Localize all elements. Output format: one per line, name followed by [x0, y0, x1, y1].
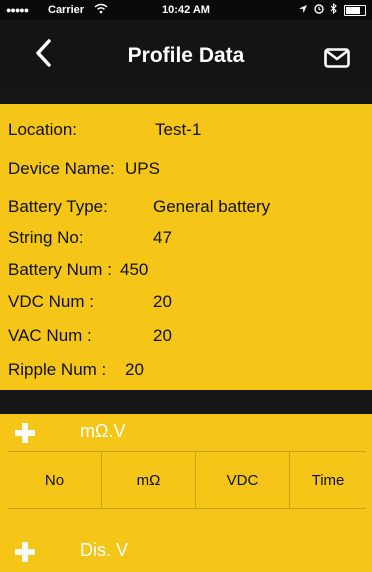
- profile-label: Device Name:: [8, 159, 115, 178]
- profile-value: General battery: [153, 197, 271, 216]
- mail-button[interactable]: [324, 48, 350, 73]
- profile-label: Battery Num :: [8, 260, 112, 279]
- profile-label: Location:: [8, 120, 77, 139]
- profile-value: 450: [120, 260, 149, 279]
- profile-value: 20: [153, 326, 172, 345]
- profile-value: Test-1: [155, 120, 202, 139]
- column-header-no: No: [8, 452, 102, 508]
- mohm-section-header: mΩ.V: [0, 414, 372, 448]
- measurement-table-header: No mΩ VDC Time: [8, 451, 366, 509]
- location-arrow-icon: [298, 4, 308, 17]
- header-divider: [0, 88, 372, 104]
- plus-icon: [15, 423, 35, 443]
- alarm-icon: [314, 3, 324, 17]
- mail-icon: [324, 48, 350, 68]
- profile-label: Battery Type:: [8, 197, 108, 216]
- page-title: Profile Data: [127, 44, 245, 67]
- profile-label: VDC Num :: [8, 292, 94, 311]
- add-dis-button[interactable]: [14, 535, 36, 570]
- profile-value: 20: [153, 292, 172, 311]
- profile-value: UPS: [125, 159, 160, 178]
- profile-info-panel: Location: Test-1 Device Name: UPS Batter…: [0, 104, 372, 390]
- battery-icon: [344, 4, 366, 16]
- status-bar: ●●●●● Carrier 10:42 AM: [0, 0, 372, 20]
- section-label: mΩ.V: [80, 421, 126, 441]
- profile-label: VAC Num :: [8, 326, 92, 345]
- section-label: Dis. V: [80, 540, 129, 560]
- bluetooth-icon: [330, 2, 338, 17]
- column-header-time: Time: [311, 471, 345, 489]
- dis-section-header: Dis. V: [0, 533, 372, 567]
- profile-value: 47: [153, 228, 172, 247]
- nav-bar: Profile Data: [0, 20, 372, 88]
- add-mohm-button[interactable]: [14, 416, 36, 451]
- section-divider: [0, 390, 372, 414]
- column-header-mohm: mΩ: [102, 452, 196, 508]
- profile-label: String No:: [8, 228, 84, 247]
- profile-label: Ripple Num :: [8, 360, 107, 379]
- column-header-vdc: VDC: [196, 452, 290, 508]
- profile-value: 20: [125, 360, 144, 379]
- plus-icon: [15, 542, 35, 562]
